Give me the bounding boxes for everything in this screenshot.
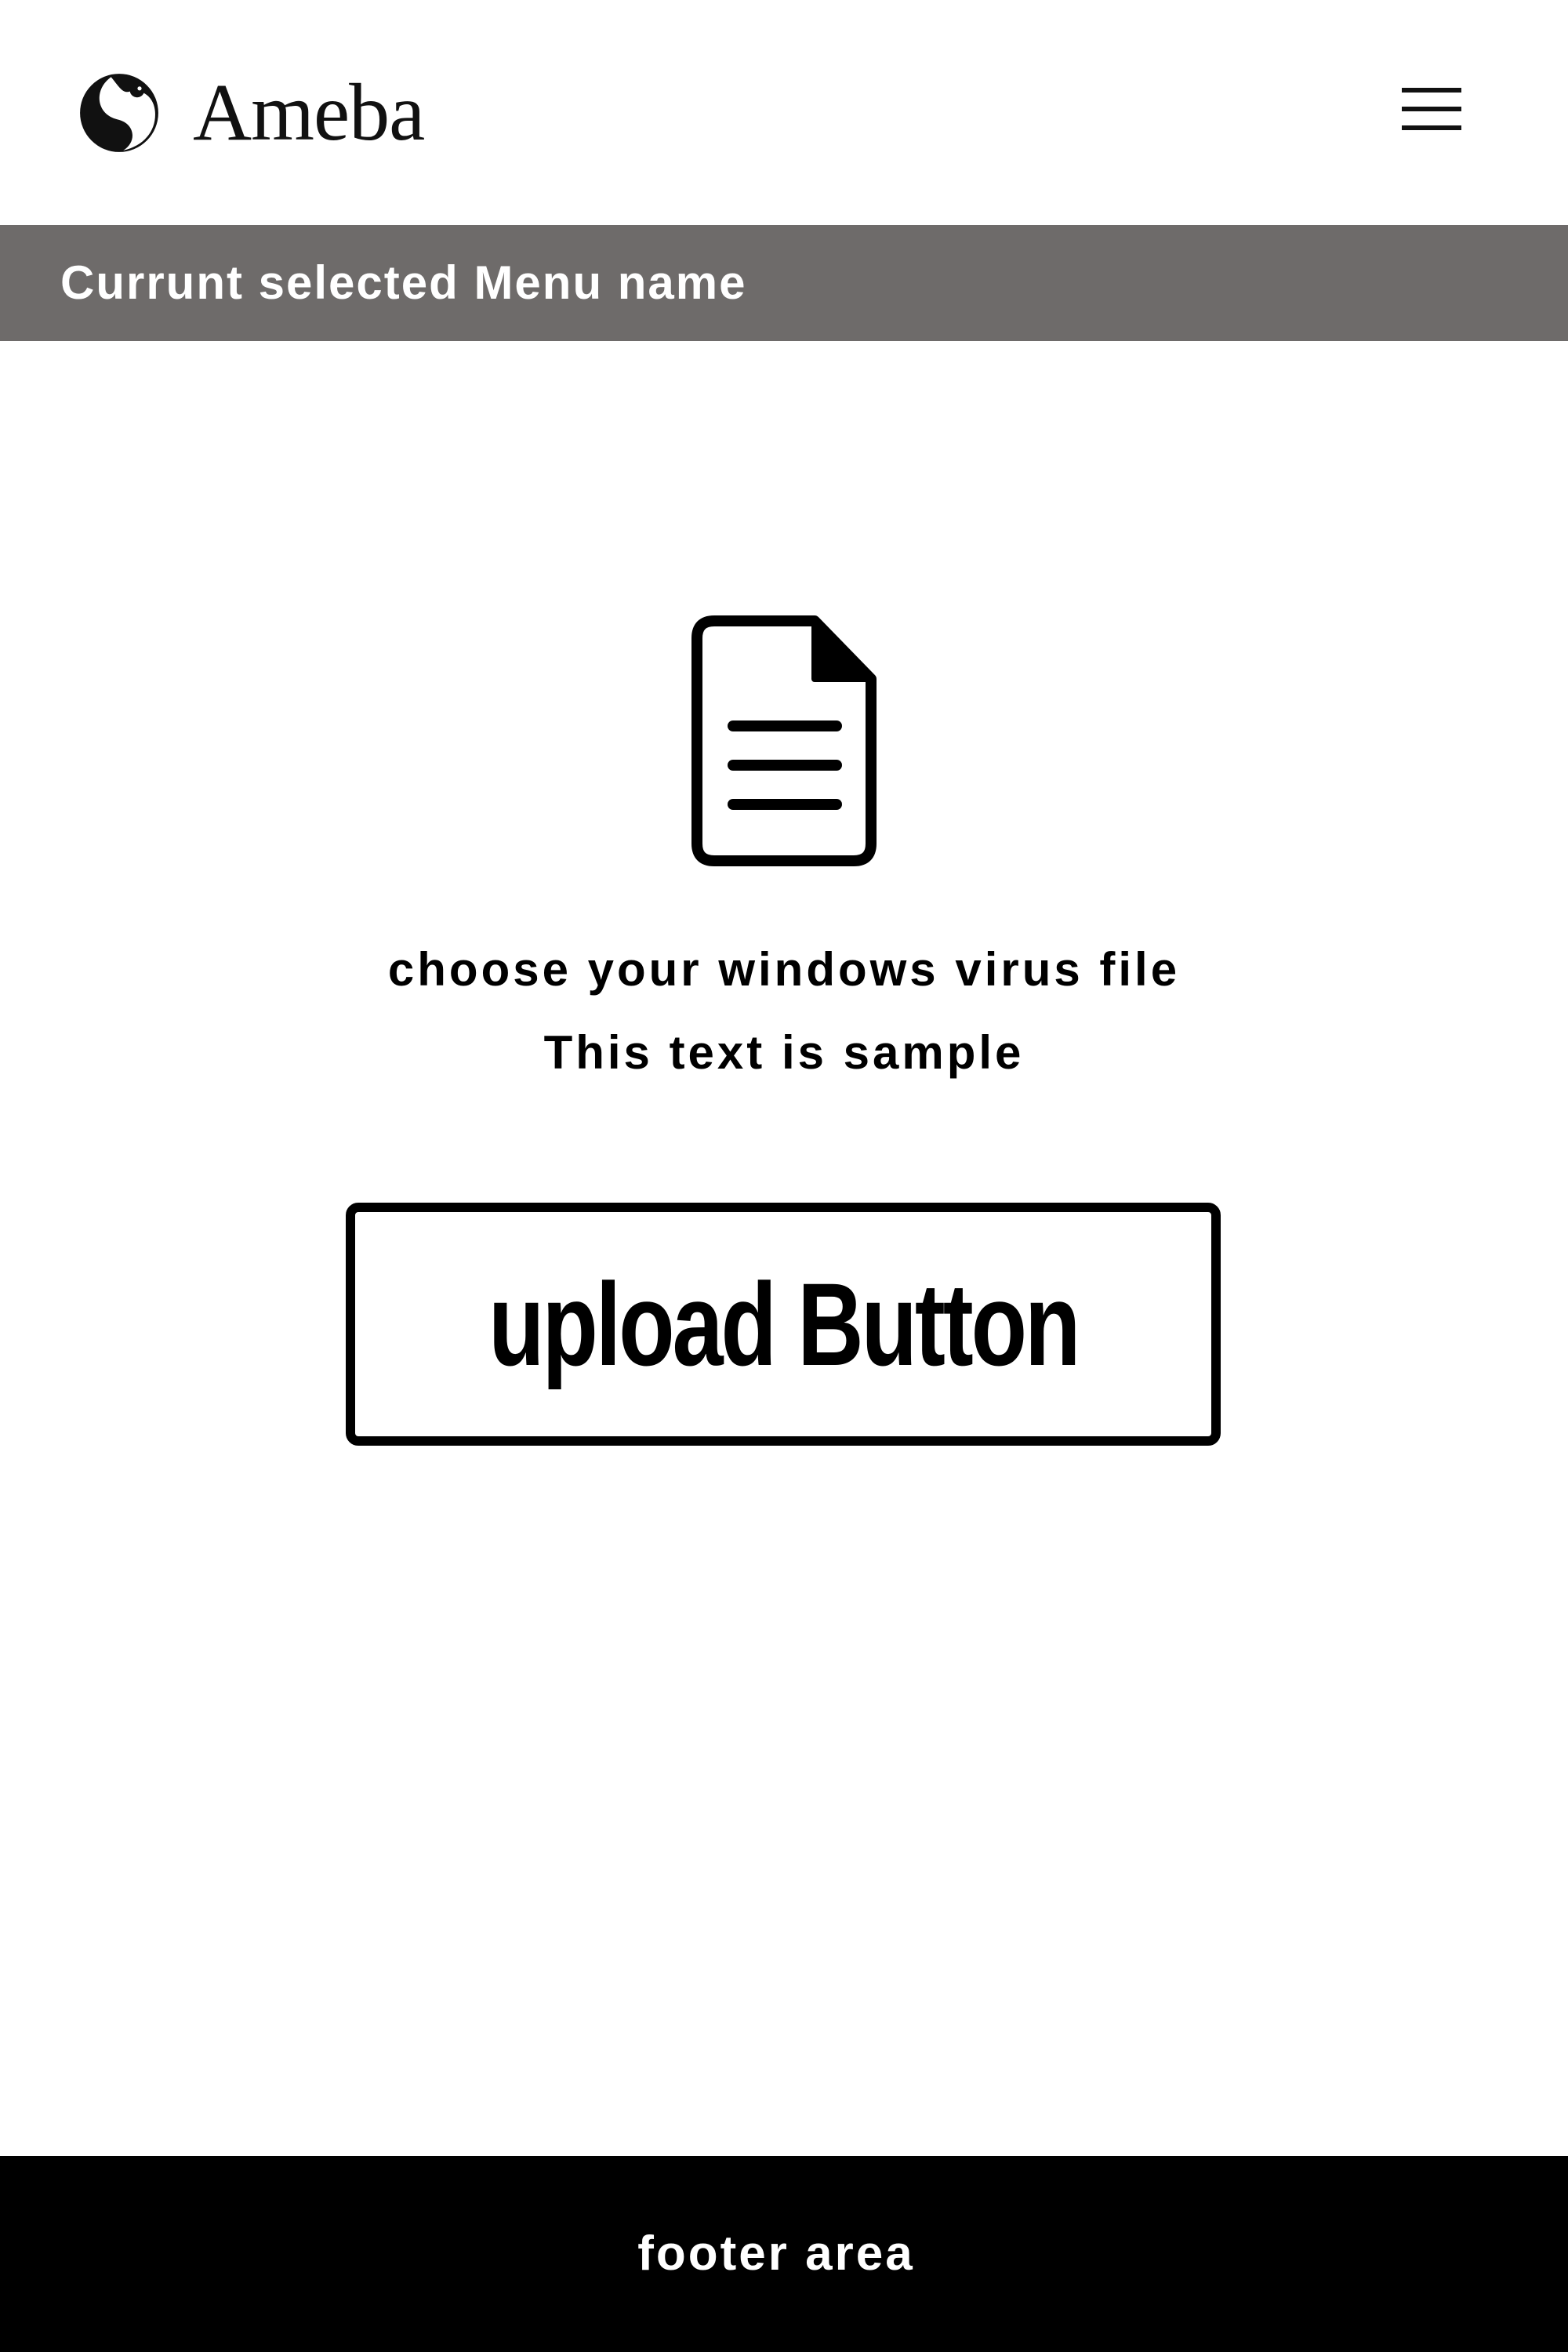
brand-name: Ameba <box>193 67 425 158</box>
upload-prompt: choose your windows virus file <box>387 943 1181 996</box>
footer: footer area <box>0 2156 1568 2352</box>
document-icon <box>691 615 877 866</box>
sample-text: This text is sample <box>543 1026 1025 1079</box>
current-menu-bar: Currunt selected Menu name <box>0 225 1568 341</box>
brand-logo[interactable]: Ameba <box>78 67 425 158</box>
current-menu-title: Currunt selected Menu name <box>60 256 747 309</box>
upload-panel: choose your windows virus file This text… <box>0 341 1568 2156</box>
ameba-logo-icon <box>80 74 158 152</box>
app-header: Ameba <box>0 0 1568 225</box>
footer-text: footer area <box>637 2227 915 2281</box>
upload-button-label: upload Button <box>488 1258 1080 1390</box>
upload-button[interactable]: upload Button <box>346 1203 1221 1446</box>
hamburger-menu-icon[interactable] <box>1402 88 1461 130</box>
